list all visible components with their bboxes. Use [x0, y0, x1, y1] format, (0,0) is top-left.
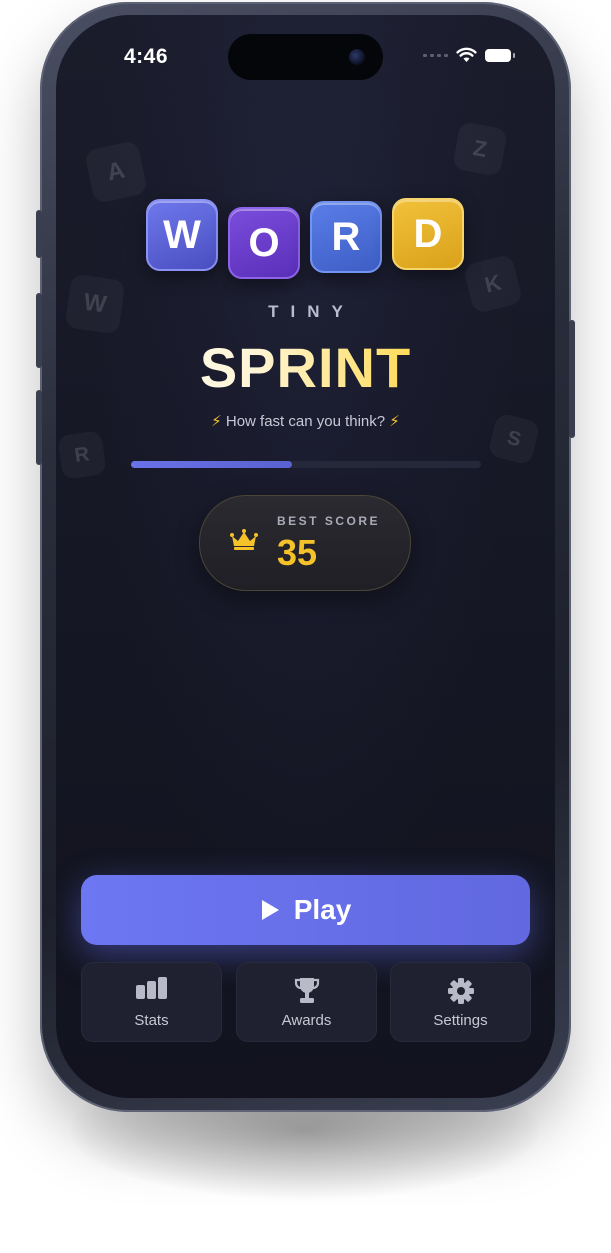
volume-up-button	[36, 293, 42, 368]
dynamic-island	[228, 34, 383, 80]
crown-icon	[230, 529, 258, 550]
awards-label: Awards	[281, 1012, 332, 1029]
progress-bar	[131, 461, 481, 468]
play-button[interactable]: Play	[81, 875, 530, 945]
stats-label: Stats	[134, 1012, 169, 1029]
app-screen: 4:46 A W R Z K S W O R D TINY SPRINT ⚡ H…	[56, 15, 555, 1098]
bg-letter-tile: Z	[452, 121, 508, 177]
play-icon	[261, 900, 279, 920]
camera-icon	[349, 49, 365, 65]
lightning-icon: ⚡	[211, 413, 222, 430]
logo-tile-r: R	[310, 201, 382, 273]
volume-down-button	[36, 390, 42, 465]
play-button-label: Play	[293, 894, 352, 925]
bg-letter-tile: A	[83, 139, 149, 205]
settings-label: Settings	[433, 1012, 488, 1029]
tagline-row: ⚡ How fast can you think? ⚡	[56, 412, 555, 430]
bar-chart-icon	[135, 977, 167, 999]
cellular-signal-icon	[423, 53, 448, 57]
logo-tile-d: D	[392, 198, 464, 270]
best-score-card: BEST SCORE 35	[199, 495, 411, 591]
status-time: 4:46	[124, 45, 169, 68]
wifi-icon	[456, 47, 477, 62]
progress-fill	[131, 461, 292, 468]
lightning-icon: ⚡	[389, 413, 400, 430]
stats-button[interactable]: Stats	[81, 962, 222, 1042]
logo-subtitle: TINY	[268, 302, 355, 321]
app-mockup: 4:46 A W R Z K S W O R D TINY SPRINT ⚡ H…	[0, 0, 611, 1253]
best-score-value: 35	[277, 532, 318, 573]
gear-icon	[447, 978, 474, 1004]
power-button	[569, 320, 575, 438]
tagline-text: How fast can you think?	[225, 413, 386, 430]
bg-letter-tile: R	[57, 430, 107, 480]
awards-button[interactable]: Awards	[236, 962, 377, 1042]
settings-button[interactable]: Settings	[390, 962, 531, 1042]
best-score-label: BEST SCORE	[277, 514, 381, 528]
app-title: SPRINT	[56, 335, 555, 400]
battery-icon	[485, 48, 515, 62]
logo-tile-o: O	[228, 207, 300, 279]
logo-tile-w: W	[146, 199, 218, 271]
trophy-icon	[294, 978, 319, 1003]
action-button	[36, 210, 42, 258]
word-logo: W O R D	[146, 198, 464, 279]
status-indicators	[423, 47, 515, 63]
